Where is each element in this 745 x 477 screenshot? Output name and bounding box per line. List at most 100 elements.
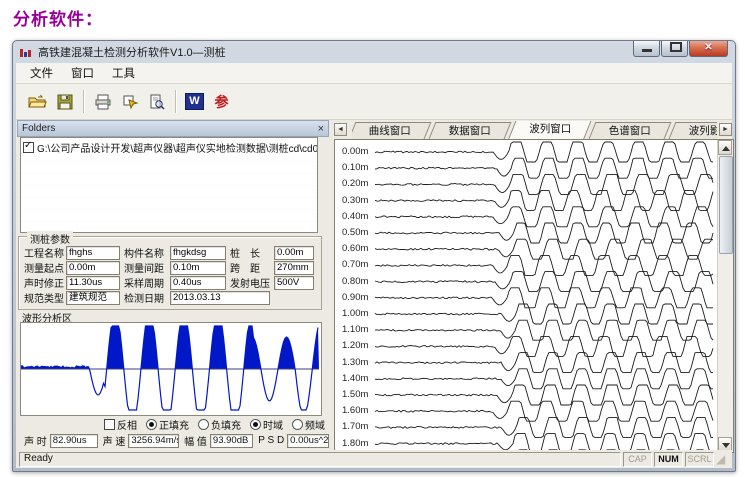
menu-item-2[interactable]: 工具: [104, 63, 143, 83]
tab-scroll-right-button[interactable]: ►: [719, 123, 732, 136]
save-button[interactable]: [51, 88, 78, 115]
word-export-button[interactable]: W: [181, 88, 208, 115]
depth-label-4: 0.40m: [342, 211, 368, 222]
menu-bar: 文件窗口工具: [16, 63, 732, 84]
tab-0[interactable]: 曲线窗口: [352, 122, 431, 139]
client-area: Folders × G:\公司产品设计开发\超声仪器\超声仪实地检测数据\测桩c…: [16, 119, 732, 451]
resize-grip[interactable]: ◢: [716, 452, 729, 466]
depth-label-11: 1.10m: [342, 324, 368, 335]
menu-item-0[interactable]: 文件: [22, 63, 61, 83]
depth-label-17: 1.70m: [342, 421, 368, 432]
open-folder-icon: [28, 94, 47, 110]
depth-label-14: 1.40m: [342, 373, 368, 384]
param-value-0[interactable]: fhghs: [66, 246, 120, 260]
folders-panel-header[interactable]: Folders ×: [17, 120, 329, 137]
print-preview-button[interactable]: [143, 88, 170, 115]
depth-label-7: 0.70m: [342, 259, 368, 270]
depth-label-0: 0.00m: [342, 146, 368, 157]
depth-label-16: 1.60m: [342, 405, 368, 416]
save-icon: [57, 94, 73, 110]
tab-1[interactable]: 数据窗口: [429, 122, 512, 139]
app-window: 高铁建混凝土检测分析软件V1.0—测桩 ✕ 文件窗口工具: [12, 40, 736, 472]
wave-train-canvas[interactable]: 1.80m1.70m1.60m1.50m1.40m1.30m1.20m1.10m…: [334, 139, 734, 453]
param-value-2[interactable]: 0.00m: [274, 246, 314, 260]
page: 分析软件： 高铁建混凝土检测分析软件V1.0—测桩 ✕ 文件窗口工具: [0, 0, 745, 477]
depth-label-12: 1.20m: [342, 340, 368, 351]
folder-item[interactable]: G:\公司产品设计开发\超声仪器\超声仪实地检测数据\测桩cd\cd03\cd0…: [21, 138, 317, 157]
domain-radio-0[interactable]: [250, 419, 261, 430]
tab-label-4: 波列影像: [681, 123, 717, 139]
waveform-analysis-canvas[interactable]: [20, 322, 322, 416]
tab-scroll-left-button[interactable]: ◄: [334, 123, 347, 136]
invert-checkbox[interactable]: [104, 419, 115, 430]
wave-trace-5: [375, 223, 713, 243]
print-setup-icon: [121, 94, 139, 110]
depth-label-10: 1.00m: [342, 308, 368, 319]
param-label-5: 跨 距: [230, 260, 274, 275]
tab-label-0: 曲线窗口: [361, 123, 419, 139]
param-value-4[interactable]: 0.10m: [170, 261, 226, 275]
tab-label-1: 数据窗口: [441, 123, 499, 139]
domain-option-0[interactable]: 时域: [250, 417, 283, 432]
param-value-10[interactable]: 2013.03.13: [170, 291, 270, 305]
scrollbar-thumb[interactable]: [719, 156, 733, 254]
maximize-icon: [670, 42, 682, 52]
fill-radio-1[interactable]: [198, 419, 209, 430]
waveform-analysis-plot: [21, 323, 319, 413]
parameters-button[interactable]: 参: [208, 88, 235, 115]
depth-label-18: 1.80m: [342, 438, 368, 449]
domain-radio-1[interactable]: [292, 419, 303, 430]
folders-close-button[interactable]: ×: [318, 124, 324, 134]
readout-value-2[interactable]: 93.90dB: [210, 434, 253, 448]
param-value-3[interactable]: 0.00m: [66, 261, 120, 275]
title-bar[interactable]: 高铁建混凝土检测分析软件V1.0—测桩 ✕: [13, 41, 735, 63]
wave-trace-7: [375, 255, 713, 275]
param-value-1[interactable]: fhgkdsg: [170, 246, 226, 260]
view-tabs: 曲线窗口 数据窗口波列窗口色谱窗口波列影像: [352, 121, 717, 139]
readout-value-1[interactable]: 3256.94m/s: [128, 434, 179, 448]
close-button[interactable]: ✕: [689, 41, 728, 57]
scroll-up-button[interactable]: [718, 140, 732, 155]
print-setup-button[interactable]: [116, 88, 143, 115]
wave-trace-18: [375, 434, 713, 450]
tab-4[interactable]: 波列影像: [669, 122, 717, 139]
tab-2[interactable]: 波列窗口: [508, 121, 592, 139]
menu-item-1[interactable]: 窗口: [63, 63, 102, 83]
indicator-scrl: SCRL: [685, 452, 714, 467]
fill-radio-0[interactable]: [146, 419, 157, 430]
wave-trace-13: [375, 353, 713, 373]
param-value-7[interactable]: 0.40us: [170, 276, 226, 290]
param-label-9: 规范类型: [24, 290, 66, 305]
domain-label-1: 频域: [305, 417, 325, 432]
invert-checkbox-option[interactable]: 反相: [104, 417, 137, 432]
print-button[interactable]: [89, 88, 116, 115]
fill-option-1[interactable]: 负填充: [198, 417, 241, 432]
wave-train-scrollbar[interactable]: [717, 140, 733, 452]
depth-label-15: 1.50m: [342, 389, 368, 400]
status-bar: Ready CAPNUMSCRL ◢: [16, 450, 732, 468]
minimize-icon: [642, 49, 652, 52]
param-value-5[interactable]: 270mm: [274, 261, 314, 275]
open-button[interactable]: [24, 88, 51, 115]
folder-item-checkbox[interactable]: [23, 142, 34, 153]
fill-label-1: 负填充: [211, 417, 241, 432]
maximize-button[interactable]: [661, 41, 688, 57]
readout-value-0[interactable]: 82.90us: [50, 434, 98, 448]
depth-label-3: 0.30m: [342, 195, 368, 206]
param-value-6[interactable]: 11.30us: [66, 276, 120, 290]
param-value-8[interactable]: 500V: [274, 276, 314, 290]
tab-3[interactable]: 色谱窗口: [589, 122, 672, 139]
param-label-4: 测量间距: [124, 260, 170, 275]
wave-trace-1: [375, 158, 713, 178]
fill-option-0[interactable]: 正填充: [146, 417, 189, 432]
wave-trace-0: [375, 142, 713, 162]
domain-option-1[interactable]: 频域: [292, 417, 325, 432]
minimize-button[interactable]: [633, 41, 660, 57]
printer-icon: [94, 94, 112, 110]
indicator-num: NUM: [654, 452, 683, 467]
param-value-9[interactable]: 建筑规范: [66, 291, 120, 305]
pile-params-grid: 工程名称fhghs构件名称fhgkdsg桩 长0.00m测量起点0.00m测量间…: [24, 245, 318, 306]
readout-value-3[interactable]: 0.00us^2/m: [287, 434, 329, 448]
readout-label-2: 幅 值: [184, 433, 207, 448]
folders-list[interactable]: G:\公司产品设计开发\超声仪器\超声仪实地检测数据\测桩cd\cd03\cd0…: [20, 137, 318, 233]
